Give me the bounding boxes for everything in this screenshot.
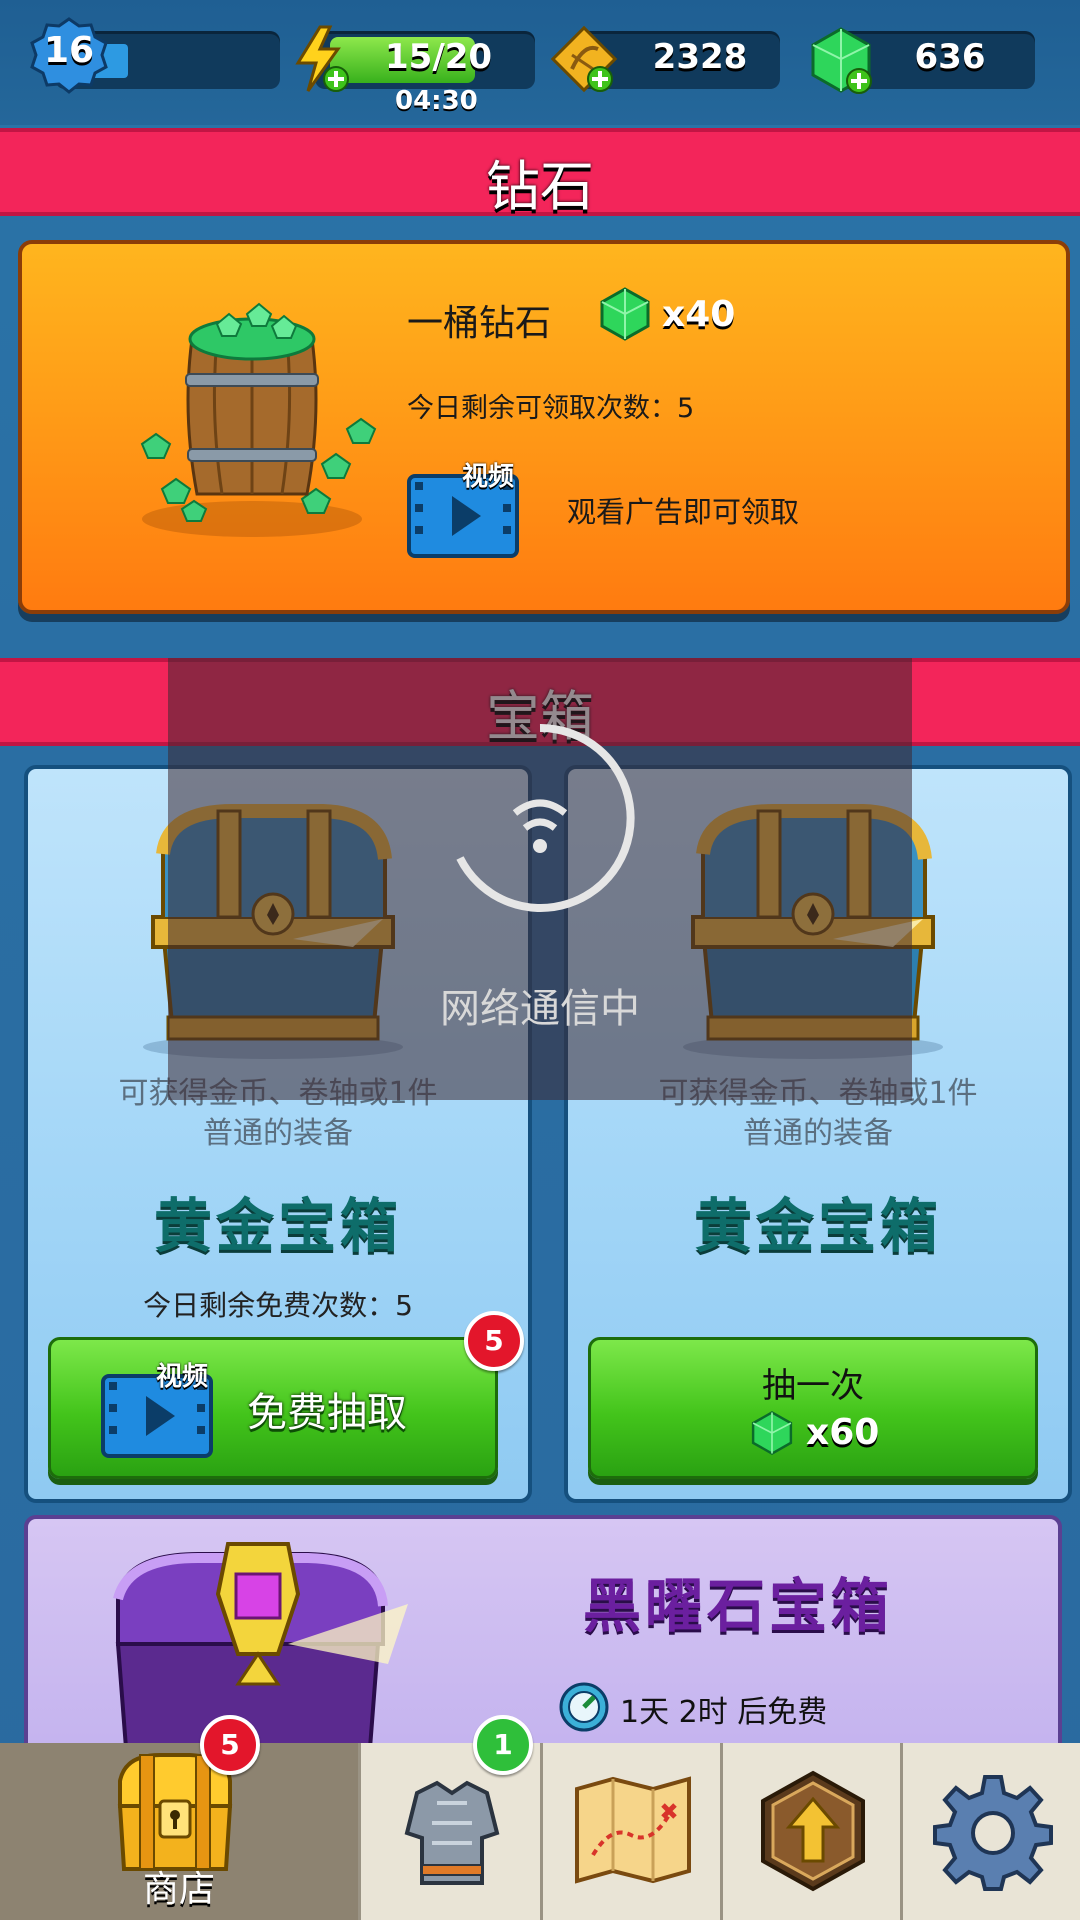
video-tag: 视频 [156, 1362, 209, 1392]
energy-timer: 04:30 [395, 86, 478, 116]
free-draw-label: 免费抽取 [247, 1390, 407, 1436]
nav-tab-upgrade[interactable] [720, 1743, 900, 1920]
watch-ad-text: 观看广告即可领取 [567, 495, 800, 529]
watch-video-button[interactable]: 视频 [407, 462, 525, 558]
network-loading-overlay: 网络通信中 [168, 658, 912, 1100]
obsidian-chest-card[interactable]: 黑曜石宝箱 1天 2时 后免费 [24, 1515, 1062, 1779]
shop-badge: 5 [200, 1715, 260, 1775]
offer-name: 一桶钻石 [407, 303, 552, 344]
diamond-section-title: 钻石 [486, 155, 594, 218]
timer-clock-icon [559, 1682, 609, 1732]
energy-icon[interactable] [290, 25, 352, 99]
gem-barrel-icon [140, 302, 377, 537]
gear-icon [933, 1775, 1053, 1891]
bottom-navigation: 5 商店 1 [0, 1715, 1080, 1920]
obsidian-timer: 1天 2时 后免费 [620, 1695, 828, 1730]
video-button-icon: 视频 [101, 1362, 219, 1458]
diamond-section-banner: 钻石 [0, 128, 1080, 218]
loading-text: 网络通信中 [440, 986, 640, 1032]
nav-label-shop: 商店 [142, 1869, 215, 1910]
chest-name: 黄金宝箱 [153, 1192, 402, 1260]
energy-value: 15/20 [385, 37, 493, 77]
chest-description-line2: 普通的装备 [743, 1116, 893, 1151]
upgrade-icon [761, 1770, 865, 1892]
map-icon [575, 1776, 691, 1884]
obsidian-chest-name: 黑曜石宝箱 [583, 1572, 894, 1640]
draw-once-cost: x60 [806, 1412, 880, 1453]
top-status-bar: 16 15/20 04:30 2328 636 [0, 0, 1080, 125]
equipment-badge: 1 [473, 1715, 533, 1775]
armor-icon [404, 1780, 500, 1885]
offer-amount: x40 [662, 294, 736, 335]
gem-icon [751, 1411, 793, 1455]
nav-tab-shop[interactable]: 5 商店 [0, 1715, 358, 1920]
nav-tab-map[interactable] [540, 1743, 720, 1920]
nav-tab-settings[interactable] [900, 1743, 1080, 1920]
gem-count: 636 [914, 37, 986, 77]
draw-once-button[interactable]: 抽一次 x60 [588, 1337, 1038, 1479]
player-level: 16 [43, 30, 95, 71]
chest-name: 黄金宝箱 [693, 1192, 942, 1260]
gem-icon[interactable] [805, 25, 877, 101]
loading-spinner-icon [456, 723, 635, 912]
diamond-offer-card[interactable]: 一桶钻石 x40 今日剩余可领取次数：5 视频 观看广告即可领取 [18, 240, 1070, 614]
free-draw-badge: 5 [464, 1311, 524, 1371]
remaining-claims: 今日剩余可领取次数：5 [407, 393, 695, 424]
nav-tab-equipment[interactable]: 1 [358, 1715, 540, 1920]
chest-remaining-free: 今日剩余免费次数：5 [143, 1289, 413, 1322]
gem-icon [600, 287, 650, 341]
video-tag: 视频 [462, 462, 515, 492]
draw-once-label: 抽一次 [762, 1366, 864, 1406]
scroll-count: 2328 [652, 37, 748, 77]
bow-scroll-icon[interactable] [550, 25, 620, 99]
free-draw-button[interactable]: 视频 免费抽取 [48, 1337, 498, 1479]
chest-description-line2: 普通的装备 [203, 1116, 353, 1151]
